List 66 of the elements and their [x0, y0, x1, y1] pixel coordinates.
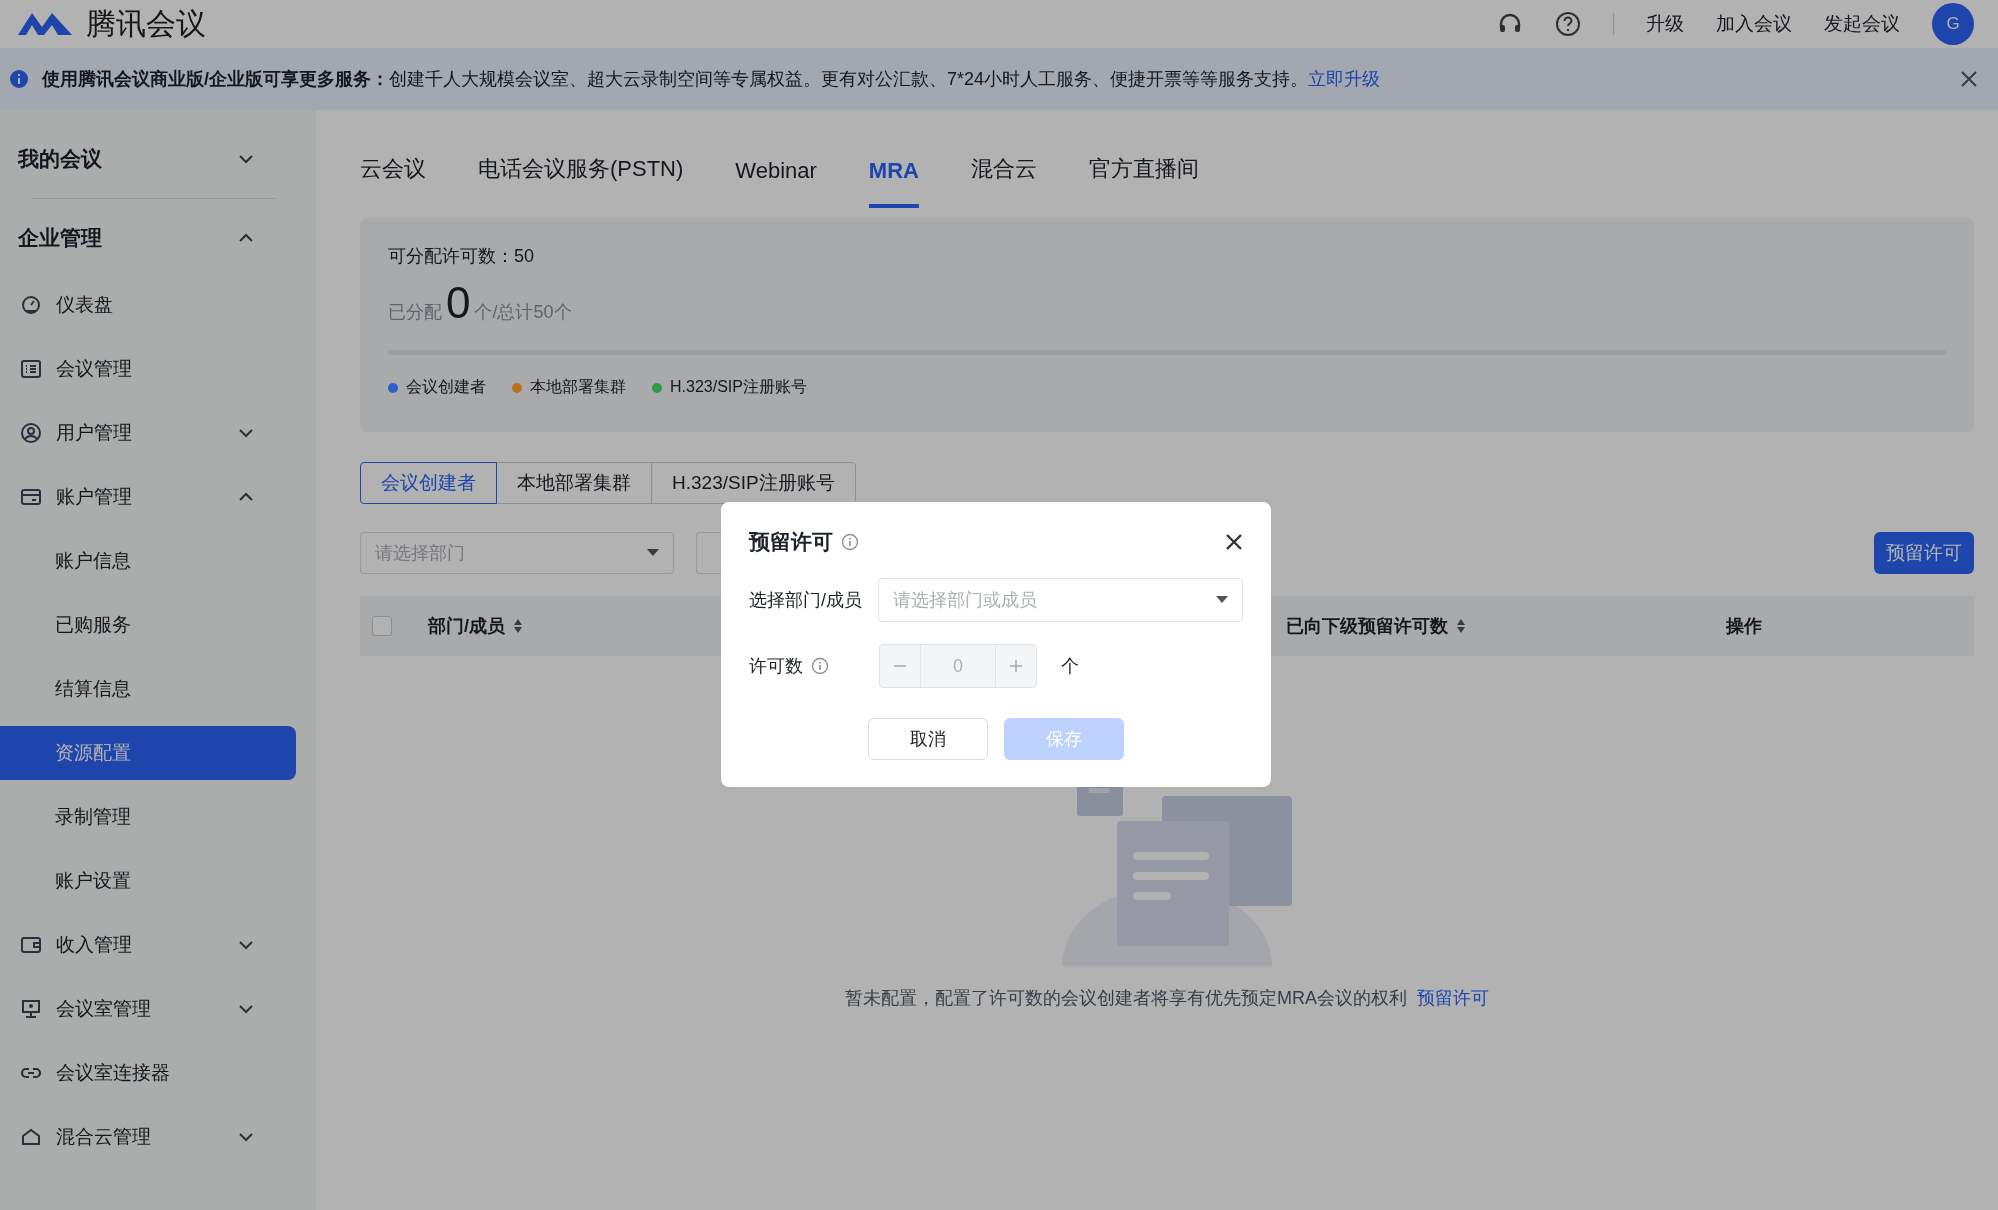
available-count: 可分配许可数：50	[388, 245, 536, 268]
allocated-total: 个/总计50个	[474, 301, 572, 324]
select-all-checkbox[interactable]	[372, 616, 392, 636]
tab[interactable]: 电话会议服务(PSTN)	[478, 154, 684, 208]
menu-section[interactable]: 企业管理	[0, 203, 296, 273]
nav-link[interactable]: 升级	[1646, 11, 1684, 37]
reserve-button[interactable]: 预留许可	[1874, 532, 1974, 574]
segment-tab[interactable]: 本地部署集群	[496, 462, 652, 504]
upgrade-link[interactable]: 立即升级	[1308, 69, 1381, 89]
menu-item[interactable]: 会议室连接器	[0, 1041, 296, 1105]
app-name: 腾讯会议	[86, 5, 206, 42]
field-label: 许可数	[749, 655, 803, 678]
menu-item[interactable]: 资源配置	[0, 726, 296, 780]
help-icon[interactable]	[1555, 11, 1581, 37]
menu-item[interactable]: 已购服务	[0, 593, 296, 657]
dialog-title: 预留许可	[749, 529, 833, 555]
allocated-count: 0	[446, 278, 471, 328]
menu-item[interactable]: 用户管理	[0, 401, 296, 465]
legend-label: 会议创建者	[406, 377, 486, 397]
sort-icon[interactable]	[513, 617, 523, 635]
menu-item[interactable]: 账户管理	[0, 465, 296, 529]
legend-label: 本地部署集群	[530, 377, 626, 397]
segment-tab[interactable]: 会议创建者	[360, 462, 497, 504]
menu-item[interactable]: 账户信息	[0, 529, 296, 593]
nav-link[interactable]: 发起会议	[1824, 11, 1900, 37]
house-icon	[20, 1126, 42, 1148]
tab[interactable]: 云会议	[360, 154, 426, 208]
close-icon[interactable]	[1225, 533, 1243, 551]
unit-label: 个	[1061, 655, 1079, 678]
menu-item[interactable]: 会议管理	[0, 337, 296, 401]
menu-item[interactable]: 会议室管理	[0, 977, 296, 1041]
empty-state-message: 暂未配置，配置了许可数的会议创建者将享有优先预定MRA会议的权利 预留许可	[845, 987, 1489, 1010]
gauge-icon	[20, 294, 42, 316]
dropdown-icon	[1216, 596, 1228, 604]
column-header: 已向下级预留许可数	[1286, 615, 1448, 638]
nav-link[interactable]: 加入会议	[1716, 11, 1792, 37]
column-header: 操作	[1726, 615, 1762, 638]
list-icon	[20, 358, 42, 380]
cancel-button[interactable]: 取消	[868, 718, 988, 760]
sort-icon[interactable]	[1456, 617, 1466, 635]
menu-section[interactable]: 我的会议	[0, 124, 296, 194]
tab[interactable]: Webinar	[735, 158, 817, 208]
dropdown-icon	[647, 549, 659, 557]
info-icon	[811, 657, 829, 675]
menu-item[interactable]: 仪表盘	[0, 273, 296, 337]
tab[interactable]: 官方直播间	[1088, 154, 1199, 208]
info-icon	[10, 70, 28, 88]
menu-item[interactable]: 收入管理	[0, 913, 296, 977]
allocated-label: 已分配	[388, 301, 442, 324]
user-icon	[20, 422, 42, 444]
user-avatar[interactable]: G	[1932, 3, 1974, 45]
menu-item[interactable]: 结算信息	[0, 657, 296, 721]
wallet-icon	[20, 486, 42, 508]
tab[interactable]: MRA	[868, 158, 919, 208]
upgrade-notice: 使用腾讯会议商业版/企业版可享更多服务：创建千人大规模会议室、超大云录制空间等专属权益。更有对公汇款、7*24小时人工服务、便捷开票等等服务支持。立即升级	[42, 68, 1382, 91]
field-label: 选择部门/成员	[749, 589, 862, 612]
menu-item[interactable]: 账户设置	[0, 849, 296, 913]
tab[interactable]: 混合云	[970, 154, 1037, 208]
legend-label: H.323/SIP注册账号	[670, 377, 807, 397]
menu-item[interactable]: 混合云管理	[0, 1105, 296, 1169]
monitor-icon	[20, 998, 42, 1020]
info-icon	[841, 533, 859, 551]
menu-item[interactable]: 录制管理	[0, 785, 296, 849]
reserve-link[interactable]: 预留许可	[1417, 988, 1489, 1008]
column-header: 部门/成员	[428, 615, 505, 638]
wallet-icon	[20, 934, 42, 956]
